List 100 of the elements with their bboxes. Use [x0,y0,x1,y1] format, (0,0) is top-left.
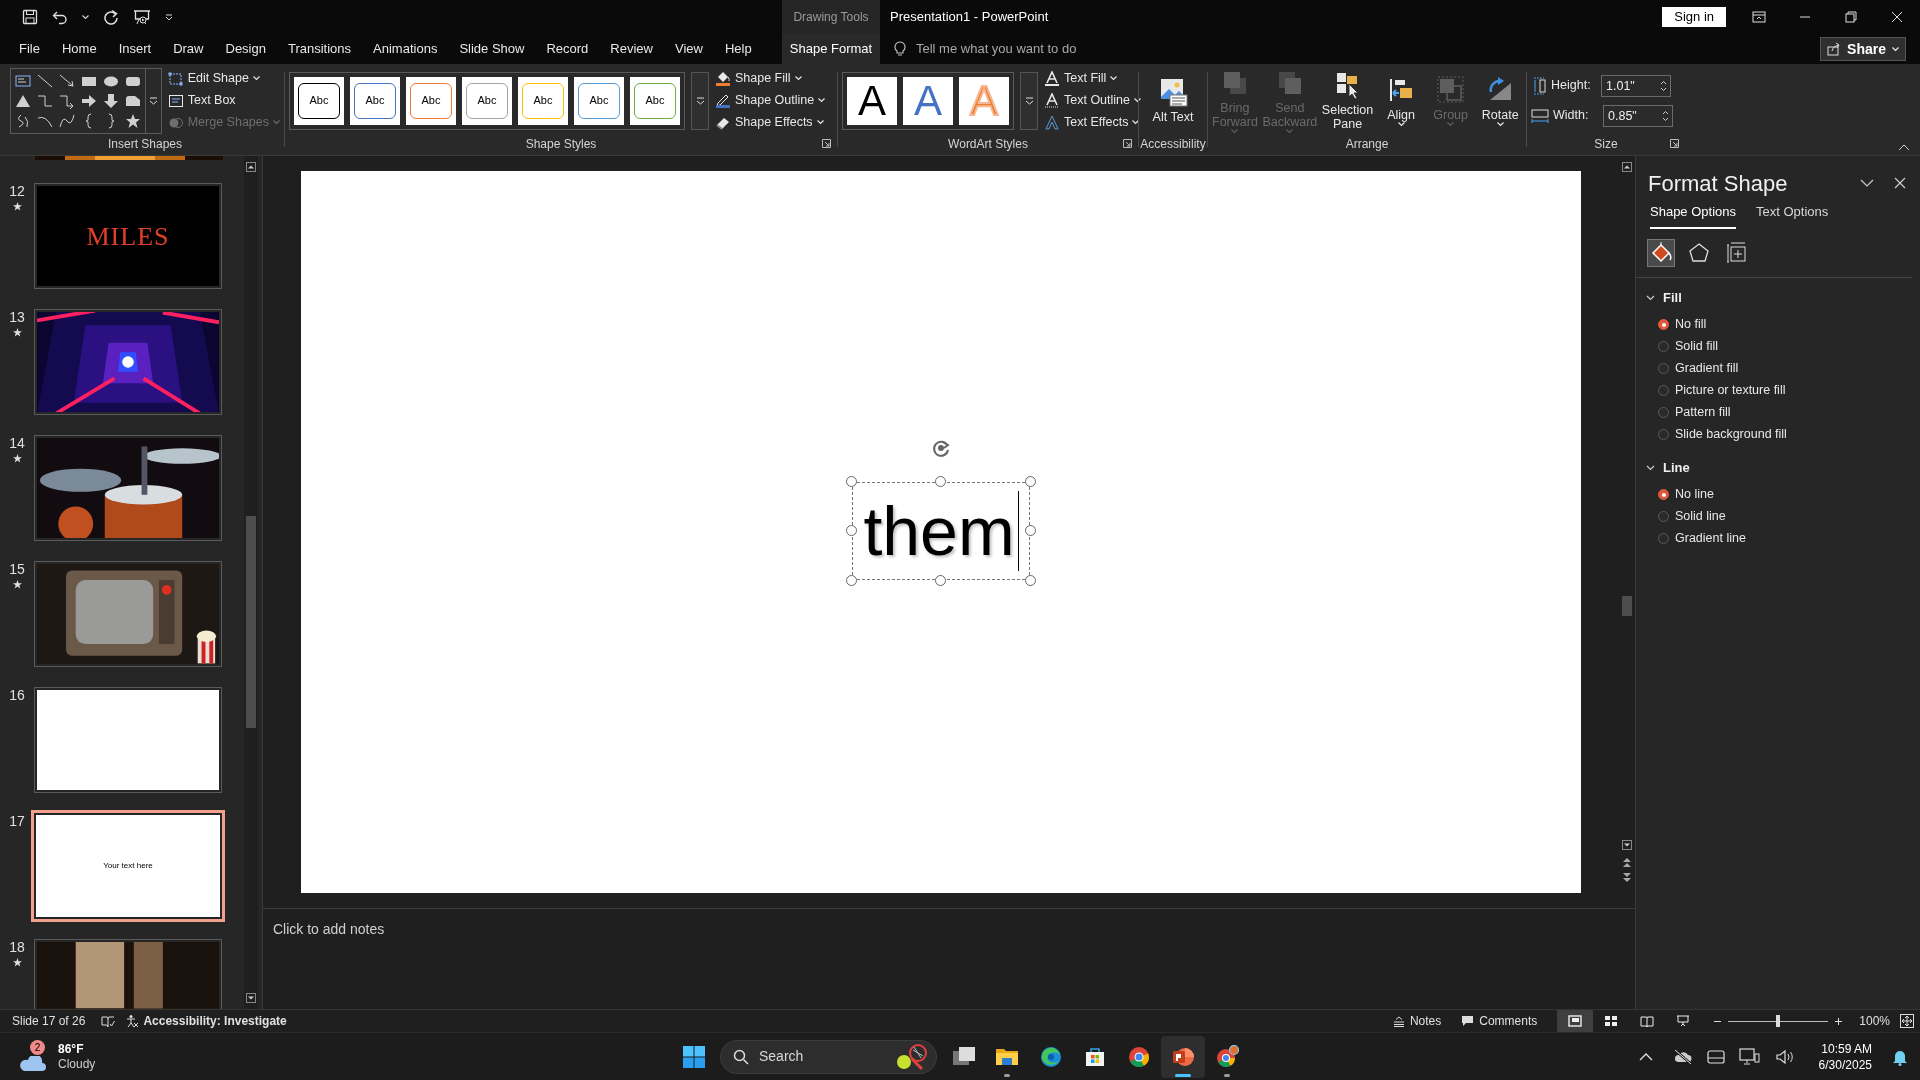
wordart-swatch[interactable]: A [847,76,897,125]
radio-button[interactable] [1658,363,1669,374]
style-swatch[interactable]: Abc [630,76,680,125]
sign-in-button[interactable]: Sign in [1662,7,1726,27]
radio-button[interactable] [1658,511,1669,522]
search-field[interactable]: Search [720,1039,937,1074]
radio-button[interactable] [1658,533,1669,544]
scrollbar-thumb[interactable] [246,516,256,728]
style-swatch[interactable]: Abc [518,76,568,125]
radio-label[interactable]: Gradient fill [1675,359,1739,378]
cloud-icon[interactable] [18,1055,48,1072]
wordart-swatch[interactable]: A [903,76,953,125]
monitor-icon[interactable] [1738,1047,1761,1066]
more-styles-button[interactable] [1020,71,1038,130]
scribble-icon[interactable] [15,112,31,129]
ribbon-tab[interactable]: Transitions [276,34,363,64]
tell-me-field[interactable]: Tell me what you want to do [894,34,1077,64]
scroll-up-icon[interactable] [246,162,256,172]
ribbon-command[interactable]: Shape Effects [715,113,826,132]
curve-icon[interactable] [58,112,75,129]
ribbon-tab[interactable]: Draw [162,34,215,64]
ribbon-tab[interactable]: Insert [107,34,163,64]
arrow-line-icon[interactable] [58,72,75,89]
scrollbar[interactable] [244,156,258,1009]
right-arrow-icon[interactable] [80,92,97,109]
alt-text-button[interactable]: Alt Text [1145,77,1201,124]
radio-label[interactable]: Gradient line [1675,529,1746,548]
accessibility-status[interactable]: Accessibility: Investigate [125,1012,287,1030]
slide-thumbnail[interactable]: Your text here [31,810,225,922]
ribbon-tab[interactable]: View [664,34,714,64]
undo-icon[interactable] [52,9,68,25]
elbow-arrow-icon[interactable] [58,92,75,109]
dialog-launcher-icon[interactable] [1123,139,1132,148]
resize-handle[interactable] [935,575,946,586]
notes-button[interactable]: Notes [1392,1012,1442,1030]
ribbon-command[interactable]: Shape Fill [715,69,826,88]
radio-button[interactable] [1658,429,1669,440]
radio-button[interactable] [1658,341,1669,352]
ribbon-tab[interactable]: Design [214,34,277,64]
resize-handle[interactable] [1025,525,1036,536]
resize-handle[interactable] [846,575,857,586]
view-button[interactable] [1557,1010,1594,1032]
radio-button[interactable] [1658,319,1669,330]
radio-label[interactable]: Solid fill [1675,337,1719,356]
ribbon-tab[interactable]: Slide Show [448,34,536,64]
volume-icon[interactable] [1774,1048,1795,1065]
ribbon-command[interactable]: Text Outline [1044,91,1141,110]
chevron-up-icon[interactable] [1638,1052,1653,1061]
ribbon-tab[interactable]: Animations [362,34,449,64]
ribbon-display-icon[interactable] [1752,10,1766,24]
ribbon-tab[interactable]: Help [713,34,763,64]
dialog-launcher-icon[interactable] [1670,139,1679,148]
more-styles-button[interactable] [691,71,709,130]
line-icon[interactable] [36,72,53,89]
comments-button[interactable]: Comments [1461,1012,1538,1030]
arrange-button[interactable]: Rotate [1478,74,1522,127]
scroll-down-icon[interactable] [1622,840,1632,850]
restore-icon[interactable] [1844,10,1858,24]
zoom-level[interactable]: 100% [1859,1012,1890,1030]
radio-label[interactable]: Solid line [1675,507,1726,526]
section-header[interactable]: Fill [1636,287,1920,308]
down-arrow-icon[interactable] [102,92,119,109]
resize-handle[interactable] [846,525,857,536]
elbow-connector-icon[interactable] [36,92,53,109]
clock[interactable]: 10:59 AM 6/30/2025 [1818,1040,1872,1073]
section-header[interactable]: Line [1636,457,1920,478]
style-swatch[interactable]: Abc [462,76,512,125]
resize-handle[interactable] [846,476,857,487]
ribbon-command[interactable]: Shape Outline [715,91,826,110]
close-icon[interactable] [1890,10,1904,24]
fit-slide-icon[interactable] [1900,1014,1914,1028]
pane-tab[interactable]: Shape Options [1650,202,1736,229]
save-icon[interactable] [22,9,38,25]
slide-thumbnail[interactable] [34,687,222,793]
radio-label[interactable]: Pattern fill [1675,403,1731,422]
ribbon-command[interactable]: Edit Shape [167,69,280,88]
close-icon[interactable] [1894,177,1906,189]
scrollbar-thumb[interactable] [1622,596,1632,616]
ribbon-tab[interactable]: Review [599,34,664,64]
redo-icon[interactable] [103,9,119,25]
slide-thumbnail[interactable]: MILES [34,183,222,289]
text-box-shape-icon[interactable] [15,72,31,89]
resize-handle[interactable] [935,476,946,487]
ribbon-tab[interactable]: File [8,34,51,64]
radio-button[interactable] [1658,407,1669,418]
customize-icon[interactable] [165,13,173,21]
cloud-off-icon[interactable] [1672,1048,1693,1065]
ribbon-tab[interactable]: Record [535,34,600,64]
scroll-up-icon[interactable] [1622,162,1632,172]
zoom-in-icon[interactable] [1834,1016,1844,1026]
tablet-icon[interactable] [1706,1048,1725,1065]
star-icon[interactable] [124,112,141,129]
resize-handle[interactable] [1025,476,1036,487]
arrange-button[interactable]: Selection Pane [1321,70,1374,131]
ribbon-command[interactable]: Text Box [167,91,280,110]
style-swatch[interactable]: Abc [350,76,400,125]
presentation-icon[interactable] [133,9,151,25]
radio-label[interactable]: No fill [1675,315,1707,334]
weather-condition[interactable]: Cloudy [58,1056,96,1072]
ribbon-command[interactable]: Text Fill [1044,69,1141,88]
